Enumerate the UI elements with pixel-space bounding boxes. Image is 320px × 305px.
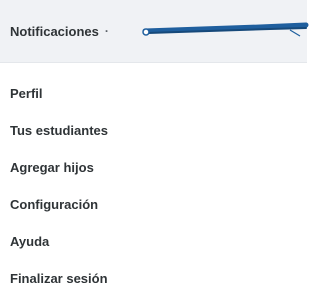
menu-item-finalizar-sesion[interactable]: Finalizar sesión: [0, 260, 307, 297]
menu-header: Notificaciones ·: [0, 0, 309, 63]
menu-item-tus-estudiantes[interactable]: Tus estudiantes: [0, 112, 307, 149]
menu-item-configuracion[interactable]: Configuración: [0, 186, 307, 223]
notifications-label: Notificaciones: [10, 23, 99, 39]
separator-dot: ·: [104, 24, 109, 38]
pen-stroke-annotation-icon: [142, 22, 309, 37]
menu-item-ayuda[interactable]: Ayuda: [0, 223, 307, 260]
menu-item-perfil[interactable]: Perfil: [0, 75, 307, 112]
account-dropdown-menu: Notificaciones · Perfil Tus estudiantes …: [0, 0, 309, 305]
menu-list: Perfil Tus estudiantes Agregar hijos Con…: [0, 63, 307, 297]
notifications-link[interactable]: Notificaciones ·: [10, 24, 109, 39]
menu-item-agregar-hijos[interactable]: Agregar hijos: [0, 149, 307, 186]
